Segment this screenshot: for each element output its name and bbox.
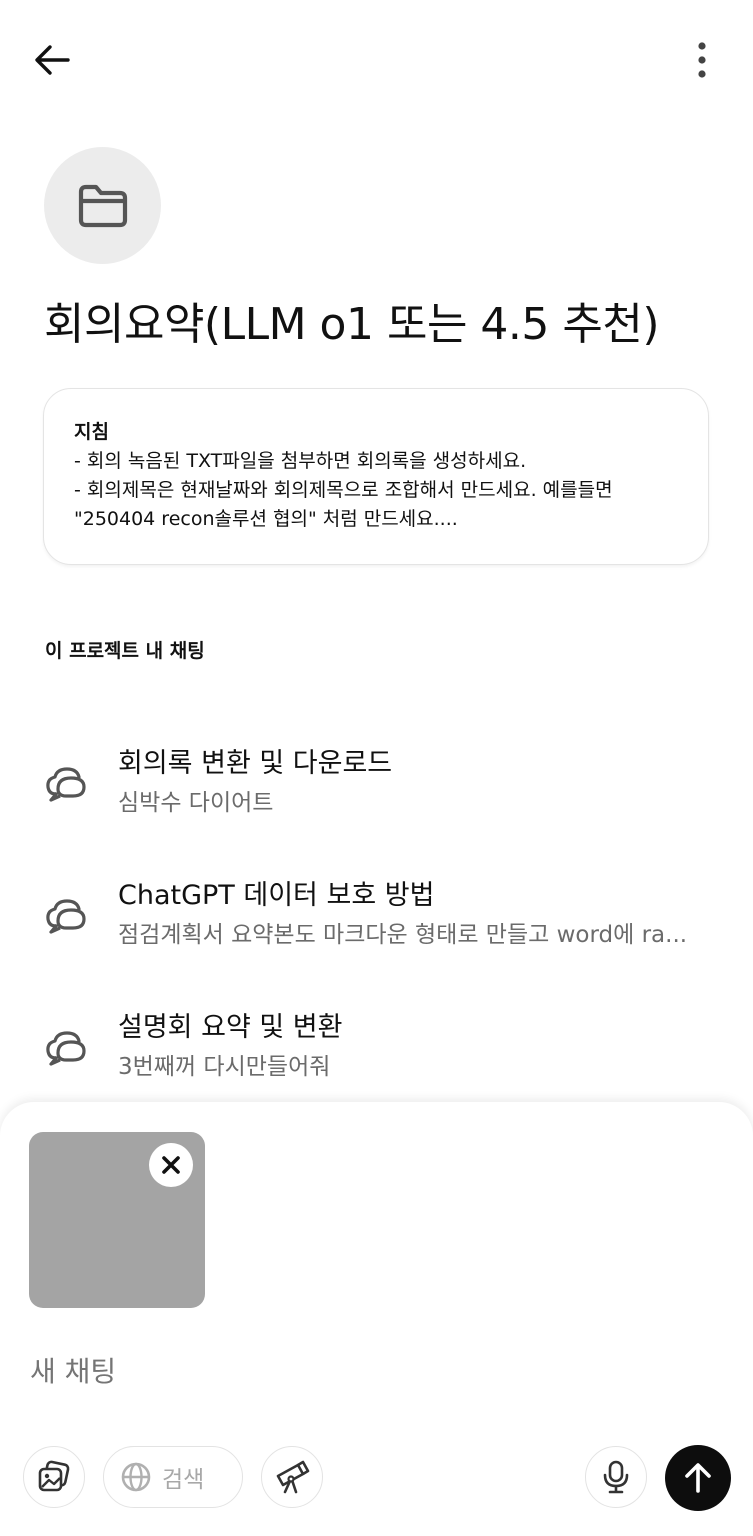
instructions-card[interactable]: 지침 - 회의 녹음된 TXT파일을 첨부하면 회의록을 생성하세요. - 회의…: [43, 388, 709, 565]
composer-panel: 검색: [0, 1102, 753, 1536]
instructions-line: "250404 recon솔루션 협의" 처럼 만드세요....: [74, 508, 458, 530]
chat-preview: 점검계획서 요약본도 마크다운 형태로 만들고 word에 ra...: [118, 922, 688, 948]
chat-bubbles-icon: [46, 899, 86, 934]
new-chat-input[interactable]: [30, 1352, 720, 1392]
section-heading: 이 프로젝트 내 채팅: [45, 640, 205, 662]
attachment-thumbnail[interactable]: [29, 1132, 205, 1308]
chat-title: 회의록 변환 및 다운로드: [118, 748, 393, 779]
more-vertical-icon: [698, 42, 706, 78]
remove-attachment-button[interactable]: [149, 1143, 193, 1187]
image-upload-button[interactable]: [23, 1446, 85, 1508]
chat-preview: 심박수 다이어트: [118, 790, 274, 816]
instructions-heading: 지침: [74, 421, 109, 443]
chat-list-item[interactable]: 설명회 요약 및 변환 3번째꺼 다시만들어줘: [0, 986, 753, 1096]
deep-research-button[interactable]: [261, 1446, 323, 1508]
send-button[interactable]: [665, 1445, 731, 1511]
project-title: 회의요약(LLM o1 또는 4.5 추천): [44, 299, 660, 350]
chat-bubbles-icon: [46, 1031, 86, 1066]
chat-list-item[interactable]: ChatGPT 데이터 보호 방법 점검계획서 요약본도 마크다운 형태로 만들…: [0, 854, 753, 964]
microphone-button[interactable]: [585, 1446, 647, 1508]
image-upload-icon: [38, 1460, 70, 1492]
chat-bubbles-icon: [46, 767, 86, 802]
search-label: 검색: [162, 1467, 205, 1493]
instructions-line: - 회의제목은 현재날짜와 회의제목으로 조합해서 만드세요. 예를들면: [74, 479, 613, 501]
close-icon: [162, 1156, 180, 1174]
folder-icon: [78, 184, 127, 227]
chat-title: ChatGPT 데이터 보호 방법: [118, 880, 435, 911]
chat-list-item[interactable]: 회의록 변환 및 다운로드 심박수 다이어트: [0, 722, 753, 832]
project-avatar: [44, 147, 161, 264]
arrow-left-icon: [35, 45, 70, 75]
chat-title: 설명회 요약 및 변환: [118, 1012, 343, 1043]
search-toggle-button[interactable]: 검색: [103, 1446, 243, 1508]
telescope-icon: [276, 1460, 310, 1494]
chat-preview: 3번째꺼 다시만들어줘: [118, 1054, 331, 1080]
globe-icon: [121, 1462, 151, 1492]
instructions-line: - 회의 녹음된 TXT파일을 첨부하면 회의록을 생성하세요.: [74, 450, 527, 472]
arrow-up-icon: [685, 1463, 711, 1493]
microphone-icon: [603, 1460, 629, 1494]
back-button[interactable]: [22, 32, 82, 88]
more-options-button[interactable]: [676, 32, 728, 88]
